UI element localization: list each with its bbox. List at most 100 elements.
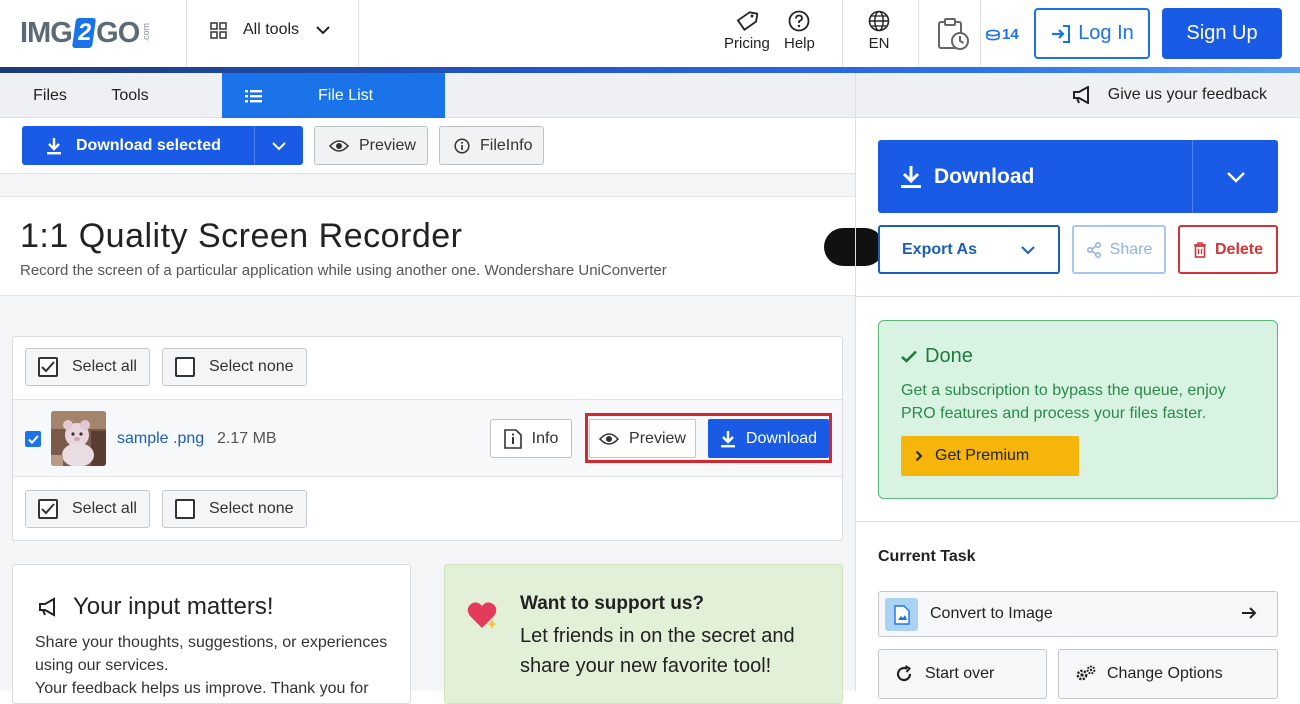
ad-title: 1:1 Quality Screen Recorder [20, 217, 463, 255]
export-as-label: Export As [902, 240, 977, 258]
help-label: Help [784, 35, 815, 52]
sidebar-divider [856, 296, 1300, 297]
download-icon [46, 137, 62, 155]
file-info-button[interactable]: Info [490, 419, 572, 458]
fileinfo-label: FileInfo [480, 136, 533, 154]
login-button[interactable]: Log In [1034, 8, 1150, 59]
signup-button[interactable]: Sign Up [1162, 8, 1282, 59]
start-over-button[interactable]: Start over [878, 649, 1047, 699]
fileinfo-button[interactable]: FileInfo [439, 126, 544, 165]
file-info-icon [503, 428, 522, 449]
select-all-label: Select all [72, 358, 137, 375]
done-status-card: Done Get a subscription to bypass the qu… [878, 320, 1278, 499]
file-name-link[interactable]: sample .png [117, 430, 204, 448]
checkbox-empty-icon [175, 499, 195, 519]
gears-icon [1075, 665, 1097, 683]
credits-counter[interactable]: 14 [986, 26, 1019, 43]
select-none-button[interactable]: Select none [162, 348, 307, 386]
checkbox-checked-icon [38, 357, 58, 377]
file-size: 2.17 MB [217, 430, 277, 447]
pricing-label: Pricing [724, 35, 770, 52]
feedback-bar[interactable]: Give us your feedback [856, 73, 1300, 118]
start-over-label: Start over [925, 665, 995, 682]
download-label: Download [934, 164, 1035, 188]
column-divider [855, 73, 856, 691]
trash-icon [1193, 241, 1207, 258]
info-circle-icon [454, 137, 470, 154]
check-icon [901, 350, 917, 363]
help-link[interactable]: Help [784, 10, 815, 52]
header-divider [980, 0, 981, 68]
language-selector[interactable]: EN [868, 10, 890, 52]
file-download-button[interactable]: Download [708, 419, 829, 458]
change-options-label: Change Options [1107, 665, 1223, 682]
header-divider [358, 0, 359, 68]
preview-button[interactable]: Preview [314, 126, 428, 165]
ad-banner[interactable]: 1:1 Quality Screen Recorder Record the s… [0, 196, 884, 296]
download-main[interactable]: Download [878, 140, 1193, 213]
pricing-link[interactable]: Pricing [724, 10, 770, 52]
feedback-card-body: Share your thoughts, suggestions, or exp… [35, 634, 388, 674]
support-card-title: Want to support us? [520, 593, 704, 614]
row-checkbox[interactable] [25, 431, 41, 447]
convert-to-image-task[interactable]: Convert to Image [878, 591, 1278, 637]
file-preview-button[interactable]: Preview [589, 419, 696, 458]
feedback-card-title: Your input matters! [73, 593, 274, 620]
convert-to-image-label: Convert to Image [930, 605, 1053, 622]
clipboard-clock-icon[interactable] [936, 17, 970, 51]
feedback-card-heading: Your input matters! [37, 593, 274, 621]
chevron-down-icon [315, 25, 331, 35]
get-premium-label: Get Premium [935, 447, 1030, 464]
export-as-dropdown[interactable]: Export As [878, 225, 1060, 274]
done-title: Done [925, 345, 973, 367]
table-row: sample .png 2.17 MB Info Preview Downloa… [13, 399, 842, 477]
download-selected-main[interactable]: Download selected [22, 126, 255, 165]
megaphone-icon [37, 597, 61, 617]
done-text: Get a subscription to bypass the queue, … [901, 382, 1226, 422]
select-all-button-bottom[interactable]: Select all [25, 490, 150, 528]
select-none-button-bottom[interactable]: Select none [162, 490, 307, 528]
chevron-down-icon [271, 141, 287, 151]
tab-tools[interactable]: Tools [100, 73, 160, 118]
get-premium-button[interactable]: Get Premium [901, 436, 1079, 476]
download-selected-button[interactable]: Download selected [22, 126, 303, 165]
question-circle-icon [788, 10, 810, 32]
delete-label: Delete [1214, 240, 1264, 258]
file-info-label: Info [531, 429, 559, 447]
tab-files-label: Files [33, 86, 67, 104]
select-all-button[interactable]: Select all [25, 348, 150, 386]
checkbox-checked-icon [38, 499, 58, 519]
login-label: Log In [1078, 22, 1134, 44]
file-list-panel: Select all Select none sample .png 2.17 … [12, 336, 843, 541]
download-button[interactable]: Download [878, 140, 1278, 213]
download-dropdown[interactable] [1193, 171, 1278, 183]
feedback-card-text: Share your thoughts, suggestions, or exp… [35, 631, 395, 700]
done-heading: Done [901, 345, 973, 368]
file-download-label: Download [745, 429, 818, 447]
current-task-heading: Current Task [878, 548, 976, 565]
grid-icon [210, 21, 227, 39]
download-selected-dropdown[interactable] [255, 141, 303, 151]
support-card: Want to support us? Let friends in on th… [444, 564, 843, 704]
credits-value: 14 [1002, 26, 1019, 43]
delete-button[interactable]: Delete [1178, 225, 1278, 274]
tab-file-list[interactable]: File List [222, 73, 445, 118]
tab-files[interactable]: Files [0, 73, 100, 118]
checkbox-empty-icon [175, 357, 195, 377]
share-button[interactable]: Share [1072, 225, 1166, 274]
signup-label: Sign Up [1186, 22, 1258, 44]
change-options-button[interactable]: Change Options [1058, 649, 1278, 699]
ad-cta-button[interactable] [824, 228, 884, 266]
share-icon [1086, 241, 1102, 258]
img2go-logo[interactable]: IMG 2 GO .com [20, 14, 151, 52]
sidebar-divider [856, 521, 1300, 522]
arrow-right-icon [1241, 606, 1257, 620]
logo-text-img: IMG [20, 16, 73, 49]
all-tools-dropdown[interactable]: All tools [210, 21, 331, 39]
download-selected-label: Download selected [76, 136, 221, 154]
file-toolbar: Download selected Preview FileInfo [0, 118, 855, 174]
coins-icon [986, 29, 1000, 41]
ad-subtitle: Record the screen of a particular applic… [20, 262, 667, 279]
eye-icon [599, 432, 620, 446]
file-thumbnail[interactable] [51, 411, 106, 466]
